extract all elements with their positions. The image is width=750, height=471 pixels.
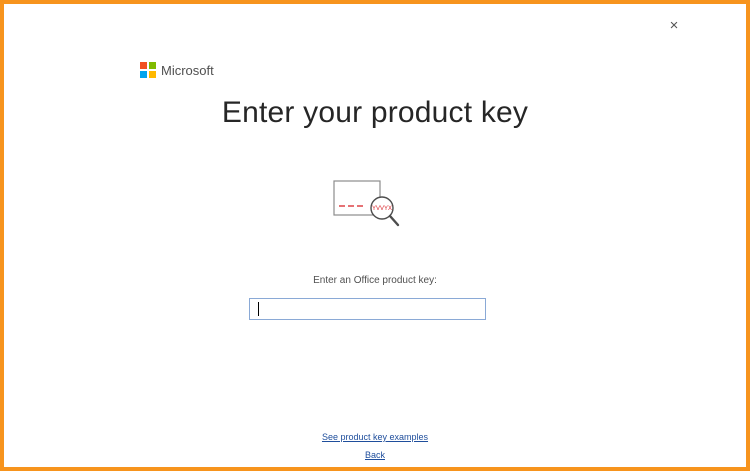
key-magnifier-icon: YVVYX: [333, 180, 400, 227]
microsoft-logo-icon: [140, 62, 156, 78]
back-link[interactable]: Back: [4, 450, 746, 460]
brand-name: Microsoft: [161, 62, 214, 78]
text-cursor: [258, 302, 259, 316]
dialog-window: × Microsoft Enter your product key YVVYX…: [4, 4, 746, 467]
product-key-illustration: YVVYX: [332, 178, 402, 232]
close-button[interactable]: ×: [664, 16, 684, 36]
product-key-input[interactable]: [249, 298, 486, 320]
product-key-label: Enter an Office product key:: [313, 275, 437, 286]
key-fragment-text: YVVYX: [372, 206, 392, 212]
see-examples-link[interactable]: See product key examples: [4, 432, 746, 442]
page-title: Enter your product key: [221, 96, 529, 129]
close-icon: ×: [669, 17, 679, 34]
brand-header: Microsoft: [140, 60, 214, 80]
